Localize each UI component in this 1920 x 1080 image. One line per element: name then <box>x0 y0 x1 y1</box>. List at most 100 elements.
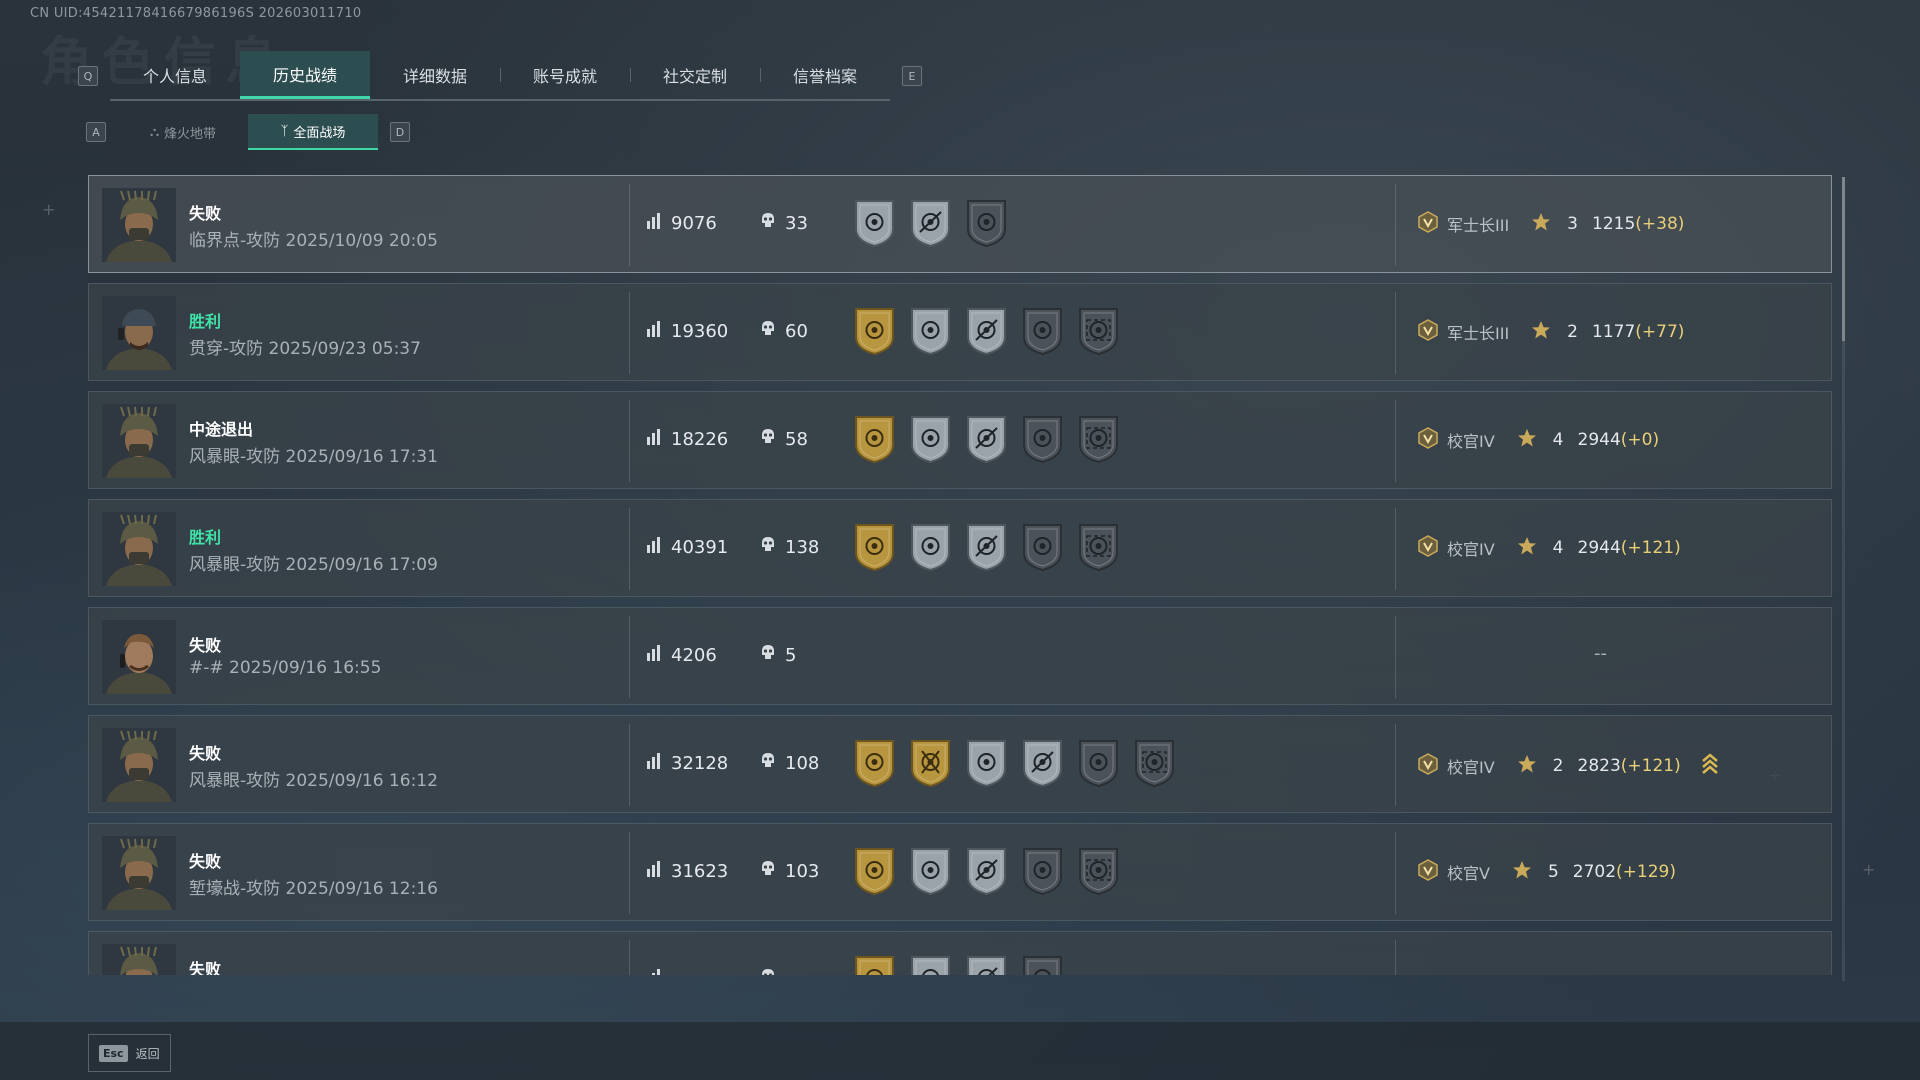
gold-mvp-medal-icon[interactable] <box>852 953 897 975</box>
sub-tab-bar: A ⛬ 烽火地带 ᛉ 全面战场 D <box>86 114 410 150</box>
match-result: 胜利 <box>189 312 222 331</box>
dark-vehicle-medal-icon[interactable] <box>1020 521 1065 572</box>
row-divider <box>1395 940 1396 975</box>
kills-stat: 5 <box>759 644 796 667</box>
rank-info: 校官IV 2 2823(+121) <box>1417 751 1719 781</box>
skull-icon <box>759 644 777 667</box>
subtab-label: 全面战场 <box>293 125 346 141</box>
silver-sniper-medal-icon[interactable] <box>908 197 953 248</box>
match-time: 2025/09/23 05:37 <box>268 339 421 359</box>
row-divider <box>1395 832 1396 914</box>
key-hint-a[interactable]: A <box>86 122 106 142</box>
match-meta: 风暴眼-攻防 2025/09/16 17:09 <box>189 550 438 575</box>
gold-mvp-medal-icon[interactable] <box>852 737 897 788</box>
subtab-1[interactable]: ᛉ 全面战场 <box>248 114 378 150</box>
match-row[interactable]: 中途退出 风暴眼-攻防 2025/09/16 17:31 18226 58 校官IV 4 2… <box>88 391 1832 489</box>
key-hint-e[interactable]: E <box>902 66 922 86</box>
tab-4[interactable]: 社交定制 <box>630 51 760 99</box>
match-row[interactable]: 胜利 贯穿-攻防 2025/09/23 05:37 19360 60 军士长III 2 11… <box>88 283 1832 381</box>
match-meta: #-# 2025/09/16 16:55 <box>189 658 381 678</box>
dark-scout-medal-icon[interactable] <box>1076 521 1121 572</box>
key-hint-q[interactable]: Q <box>78 66 98 86</box>
match-result: 失败 <box>189 960 222 975</box>
medal-list <box>852 845 1121 896</box>
tab-5[interactable]: 信誉档案 <box>760 51 890 99</box>
match-history-list[interactable]: 失败 临界点-攻防 2025/10/09 20:05 9076 33 军士长III 3 12… <box>88 175 1832 975</box>
dark-vehicle-medal-icon[interactable] <box>1020 305 1065 356</box>
match-meta: 风暴眼-攻防 2025/09/16 17:31 <box>189 442 438 467</box>
score-stat: 4206 <box>645 644 717 667</box>
silver-kill-medal-icon[interactable] <box>908 521 953 572</box>
silver-kill-medal-icon[interactable] <box>964 737 1009 788</box>
map-name: 临界点-攻防 <box>189 231 281 251</box>
rank-info: 校官V 5 2702(+129) <box>1417 859 1676 885</box>
dark-scout-medal-icon[interactable] <box>1076 413 1121 464</box>
row-divider <box>1395 184 1396 266</box>
points-value: 1177 <box>1592 322 1636 342</box>
scrollbar-thumb[interactable] <box>1842 177 1845 341</box>
operator-avatar <box>102 404 176 478</box>
gold-engineer-medal-icon[interactable] <box>908 737 953 788</box>
gold-mvp-medal-icon[interactable] <box>852 413 897 464</box>
star-icon <box>1517 428 1537 452</box>
dark-vehicle-medal-icon[interactable] <box>1076 737 1121 788</box>
silver-kill-medal-icon[interactable] <box>908 953 953 975</box>
silver-sniper-medal-icon[interactable] <box>964 305 1009 356</box>
silver-kill-medal-icon[interactable] <box>852 197 897 248</box>
silver-sniper-medal-icon[interactable] <box>964 953 1009 975</box>
dark-scout-medal-icon[interactable] <box>1132 737 1177 788</box>
map-name: 贯穿-攻防 <box>189 339 264 359</box>
dark-vehicle-medal-icon[interactable] <box>1020 845 1065 896</box>
silver-sniper-medal-icon[interactable] <box>964 521 1009 572</box>
gold-mvp-medal-icon[interactable] <box>852 305 897 356</box>
points-value: 2823 <box>1577 756 1621 776</box>
match-row[interactable]: 失败 风暴眼-攻防 2025/09/16 16:12 32128 108 校官IV 2 28… <box>88 715 1832 813</box>
match-row[interactable]: 胜利 风暴眼-攻防 2025/09/16 17:09 40391 138 校官IV 4 29… <box>88 499 1832 597</box>
operator-avatar <box>102 620 176 694</box>
key-hint-d[interactable]: D <box>390 122 410 142</box>
subtab-0[interactable]: ⛬ 烽火地带 <box>118 114 248 150</box>
silver-sniper-medal-icon[interactable] <box>1020 737 1065 788</box>
gold-mvp-medal-icon[interactable] <box>852 521 897 572</box>
skull-icon <box>759 536 777 559</box>
match-time: 2025/09/16 17:31 <box>285 447 438 467</box>
silver-sniper-medal-icon[interactable] <box>964 413 1009 464</box>
kills-value: 5 <box>785 645 797 666</box>
score-bar-icon <box>645 536 663 559</box>
medal-list <box>852 737 1177 788</box>
points-value: 2944 <box>1577 538 1621 558</box>
skull-icon <box>759 212 777 235</box>
tab-3[interactable]: 账号成就 <box>500 51 630 99</box>
score-value: 9076 <box>671 213 717 234</box>
match-row[interactable]: 失败 #-# 2025/09/16 16:55 4206 5 -- <box>88 607 1832 705</box>
medal-list <box>852 953 1065 975</box>
match-row[interactable]: 失败 堑壕战-攻防 2025/09/16 12:16 31623 103 校官V 5 270… <box>88 823 1832 921</box>
match-row[interactable]: 失败 <box>88 931 1832 975</box>
tab-0[interactable]: 个人信息 <box>110 51 240 99</box>
scrollbar-track[interactable] <box>1842 341 1845 981</box>
skull-icon <box>759 320 777 343</box>
dark-vehicle-medal-icon[interactable] <box>1020 953 1065 975</box>
dark-scout-medal-icon[interactable] <box>1076 305 1121 356</box>
dark-vehicle-medal-icon[interactable] <box>1020 413 1065 464</box>
rank-info: 军士长III 3 1215(+38) <box>1417 211 1684 237</box>
rank-points: 1215(+38) <box>1592 214 1684 234</box>
points-value: 2702 <box>1572 862 1617 882</box>
score-value: 18226 <box>671 429 729 450</box>
silver-kill-medal-icon[interactable] <box>908 305 953 356</box>
gold-mvp-medal-icon[interactable] <box>852 845 897 896</box>
silver-sniper-medal-icon[interactable] <box>964 845 1009 896</box>
tab-2[interactable]: 详细数据 <box>370 51 500 99</box>
score-value: 19360 <box>671 321 729 342</box>
score-stat: 19360 <box>645 320 728 343</box>
back-button[interactable]: Esc 返回 <box>88 1034 171 1072</box>
battlefield-icon: ᛉ <box>280 123 289 139</box>
silver-kill-medal-icon[interactable] <box>908 845 953 896</box>
medal-list <box>852 521 1121 572</box>
rank-info: 军士长III 2 1177(+77) <box>1417 319 1684 345</box>
dark-vehicle-medal-icon[interactable] <box>964 197 1009 248</box>
silver-kill-medal-icon[interactable] <box>908 413 953 464</box>
match-row[interactable]: 失败 临界点-攻防 2025/10/09 20:05 9076 33 军士长III 3 12… <box>88 175 1832 273</box>
dark-scout-medal-icon[interactable] <box>1076 845 1121 896</box>
tab-1[interactable]: 历史战绩 <box>240 51 370 99</box>
